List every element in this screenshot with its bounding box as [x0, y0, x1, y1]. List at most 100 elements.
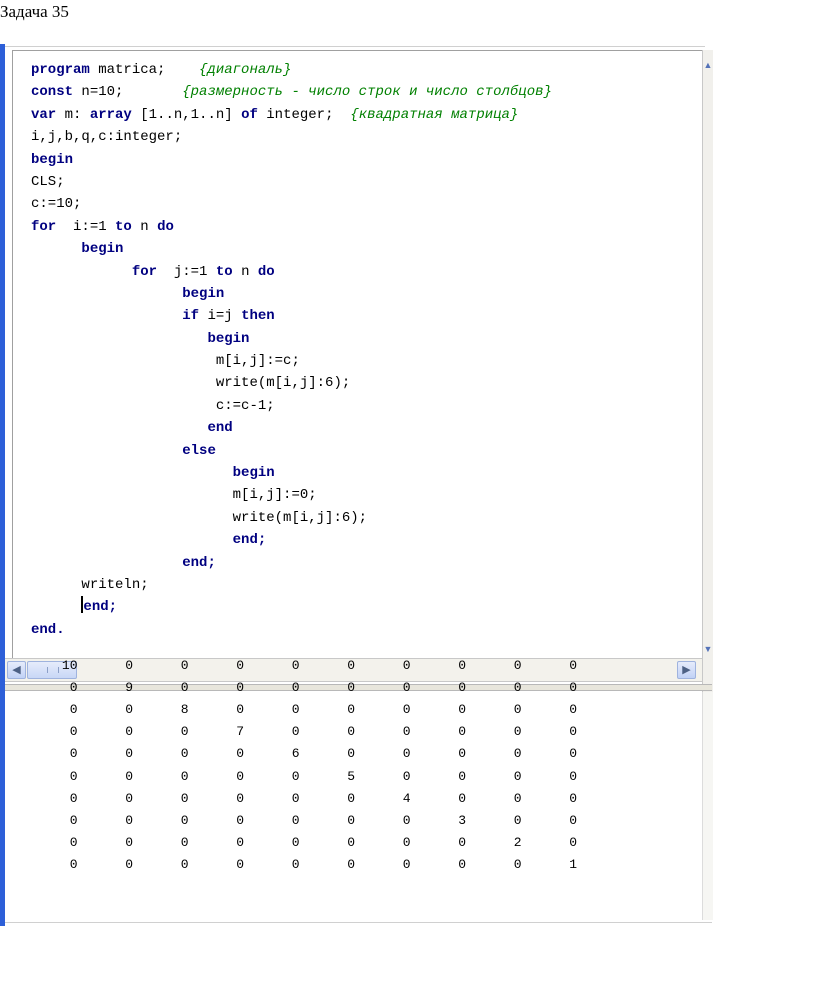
output-cell: 0: [347, 857, 355, 873]
output-cell: 0: [125, 812, 133, 828]
output-cell: 0: [125, 857, 133, 873]
code-keyword: to: [115, 218, 132, 235]
output-cell: 0: [569, 701, 577, 717]
output-cell: 0: [125, 657, 133, 673]
output-cell: 3: [458, 812, 466, 828]
code-line[interactable]: write(m[i,j]:6);: [31, 507, 552, 529]
code-line[interactable]: const n=10; {размерность - число строк и…: [31, 81, 552, 103]
code-line[interactable]: begin: [31, 238, 552, 260]
scroll-down-icon[interactable]: ▼: [703, 642, 713, 656]
output-cell: 0: [236, 835, 244, 851]
code-text-token: writeln;: [81, 576, 149, 593]
output-cell: 0: [69, 812, 78, 828]
output-cell: 0: [69, 746, 78, 762]
code-line[interactable]: end: [31, 417, 552, 439]
output-cell: 0: [347, 724, 355, 740]
code-keyword: array: [89, 106, 132, 123]
code-line[interactable]: program matrica; {диагональ}: [31, 59, 552, 81]
output-cell: 0: [180, 657, 189, 673]
code-line[interactable]: begin: [31, 462, 552, 484]
output-cell: 0: [347, 679, 355, 695]
code-line[interactable]: writeln;: [31, 574, 552, 596]
code-line[interactable]: if i=j then: [31, 305, 552, 327]
output-cell: 0: [458, 746, 466, 762]
output-cell: 0: [402, 657, 411, 673]
output-cell: 0: [180, 812, 189, 828]
code-line[interactable]: begin: [31, 149, 552, 171]
code-line[interactable]: for i:=1 to n do: [31, 216, 552, 238]
output-row: 0 0 0 0 0 0 0 0 2 0: [22, 832, 577, 854]
code-line[interactable]: end;: [31, 596, 552, 618]
output-cell: 0: [291, 768, 300, 784]
code-line[interactable]: for j:=1 to n do: [31, 261, 552, 283]
output-cell: 0: [180, 857, 189, 873]
output-cell: 0: [513, 724, 522, 740]
code-text[interactable]: program matrica; {диагональ} const n=10; …: [31, 59, 552, 641]
output-cell: 0: [458, 790, 466, 806]
code-line[interactable]: c:=c-1;: [31, 395, 552, 417]
code-line[interactable]: c:=10;: [31, 193, 552, 215]
code-line[interactable]: write(m[i,j]:6);: [31, 372, 552, 394]
output-cell: 0: [291, 701, 300, 717]
output-cell: 6: [291, 746, 300, 762]
output-cell: 0: [236, 812, 244, 828]
scroll-right-button[interactable]: ▶: [677, 661, 696, 679]
output-cell: 0: [513, 701, 522, 717]
output-cell: 0: [347, 701, 355, 717]
output-row: 0 0 0 0 0 5 0 0 0 0: [22, 765, 577, 787]
output-cell: 0: [236, 790, 244, 806]
code-line[interactable]: else: [31, 440, 552, 462]
code-editor[interactable]: program matrica; {диагональ} const n=10; …: [12, 50, 703, 661]
code-keyword: end;: [182, 554, 216, 571]
output-cell: 0: [291, 835, 300, 851]
output-cell: 2: [513, 835, 522, 851]
code-keyword: else: [182, 442, 216, 459]
output-cell: 0: [180, 724, 189, 740]
output-cell: 0: [180, 768, 189, 784]
output-cell: 0: [458, 724, 466, 740]
code-line[interactable]: end;: [31, 552, 552, 574]
output-cell: 0: [458, 835, 466, 851]
scroll-up-icon[interactable]: ▲: [703, 58, 713, 72]
output-cell: 0: [347, 657, 355, 673]
code-keyword: end;: [232, 532, 267, 549]
code-keyword: do: [157, 218, 174, 235]
output-cell: 0: [69, 724, 78, 740]
code-keyword: const: [31, 84, 74, 101]
output-cell: 0: [402, 835, 411, 851]
output-cell: 0: [69, 790, 78, 806]
code-line[interactable]: end.: [31, 619, 552, 641]
code-text-token: n: [232, 263, 258, 280]
code-line[interactable]: begin: [31, 283, 552, 305]
code-text-token: matrica;: [89, 62, 200, 78]
code-line[interactable]: m[i,j]:=0;: [31, 484, 552, 506]
output-cell: 0: [458, 768, 466, 784]
editor-vertical-scrollbar[interactable]: ▲ ▼: [702, 50, 713, 700]
output-cell: 0: [513, 768, 522, 784]
output-cell: 0: [236, 701, 244, 717]
output-cell: 0: [69, 701, 78, 717]
output-cell: 7: [236, 724, 244, 740]
code-line[interactable]: i,j,b,q,c:integer;: [31, 126, 552, 148]
output-cell: 0: [402, 724, 411, 740]
code-text-token: n=10;: [73, 84, 183, 101]
output-cell: 0: [69, 857, 78, 873]
code-line[interactable]: var m: array [1..n,1..n] of integer; {кв…: [31, 104, 552, 126]
code-line[interactable]: begin: [31, 328, 552, 350]
output-cell: 0: [291, 679, 300, 695]
code-line[interactable]: end;: [31, 529, 552, 551]
output-cell: 0: [236, 657, 244, 673]
code-keyword: end: [207, 420, 233, 437]
code-line[interactable]: m[i,j]:=c;: [31, 350, 552, 372]
output-cell: 0: [402, 857, 411, 873]
code-line[interactable]: CLS;: [31, 171, 552, 193]
output-vertical-scrollbar[interactable]: [702, 692, 713, 920]
output-cell: 0: [402, 768, 411, 784]
output-cell: 0: [347, 812, 355, 828]
output-cell: 0: [347, 790, 355, 806]
output-row: 0 0 0 0 0 0 0 0 0 1: [22, 854, 577, 876]
